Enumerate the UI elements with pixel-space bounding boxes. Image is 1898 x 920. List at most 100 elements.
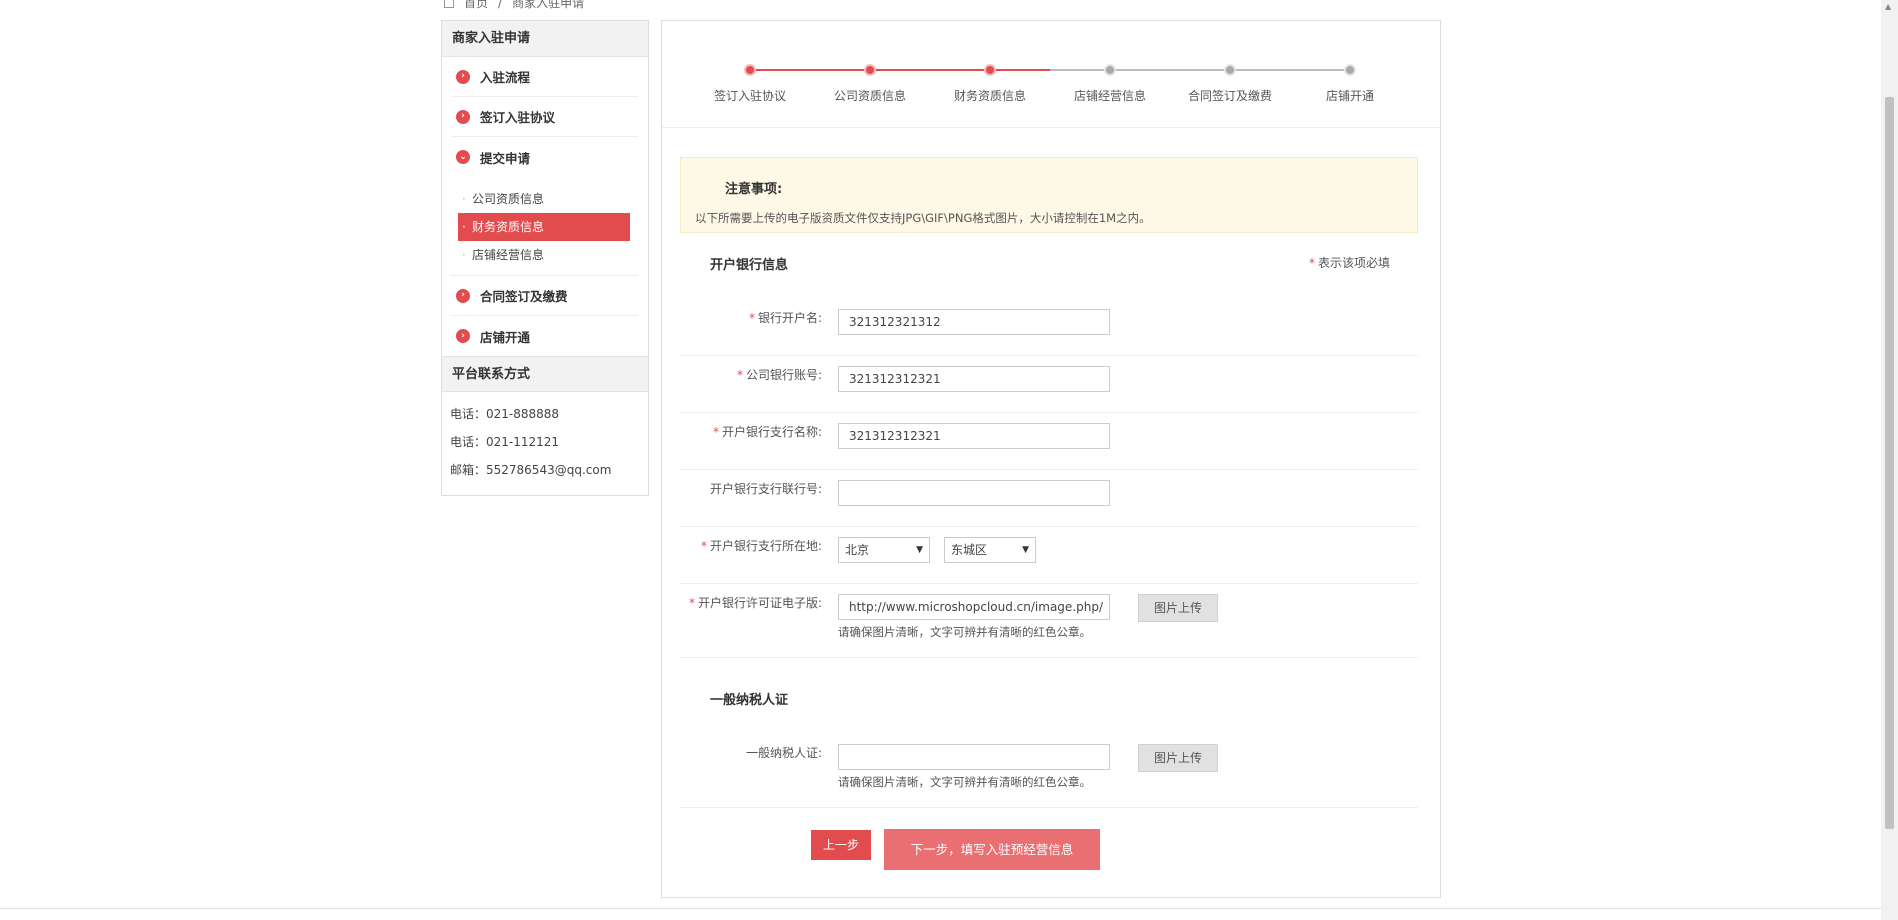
required-note-text: 表示该项必填 (1317, 256, 1390, 270)
sidebar-step-submit[interactable]: ⌄ 提交申请 (452, 137, 638, 177)
tax-label: 一般纳税人证: (745, 746, 822, 760)
chevron-down-icon: ⌄ (456, 150, 470, 164)
notice-title: 注意事项: (725, 182, 783, 197)
sidebar-title: 商家入驻申请 (442, 21, 648, 57)
license-upload-button[interactable]: 图片上传 (1138, 594, 1218, 622)
sidebar-step-process[interactable]: › 入驻流程 (452, 57, 638, 97)
form-row-branch-location: * 开户银行支行所在地: 北京 ▼ 东城区 ▼ (680, 527, 1418, 584)
tax-upload-button[interactable]: 图片上传 (1138, 744, 1218, 772)
sidebar-step-contract[interactable]: › 合同签订及缴费 (452, 276, 638, 316)
breadcrumb-current: 商家入驻申请 (512, 0, 585, 10)
contact-email: 邮箱：552786543@qq.com (450, 463, 612, 477)
district-select[interactable]: 东城区 ▼ (944, 537, 1036, 563)
branch-location-label-text: 开户银行支行所在地: (709, 539, 822, 553)
select-arrow-icon: ▼ (916, 545, 923, 555)
form-row-account-name: * 银行开户名: (680, 299, 1418, 356)
required-mark: * (688, 596, 695, 610)
progress-step-label: 合同签订及缴费 (1187, 89, 1272, 103)
progress-line (1230, 69, 1350, 71)
progress-step-dot (1224, 64, 1236, 76)
sidebar: 商家入驻申请 › 入驻流程 › 签订入驻协议 ⌄ 提交申请 公司资质信息 财务资… (441, 20, 649, 496)
form-row-branch-name: * 开户银行支行名称: (680, 413, 1418, 470)
home-icon (444, 0, 454, 8)
chevron-right-icon: › (456, 288, 470, 303)
account-number-label-text: 公司银行账号: (745, 368, 822, 382)
progress-line (750, 69, 870, 71)
chevron-right-icon: › (456, 109, 470, 124)
progress-line (990, 69, 1110, 71)
required-mark: * (736, 368, 743, 382)
contact-title: 平台联系方式 (442, 356, 648, 392)
next-button[interactable]: 下一步，填写入驻预经营信息 (884, 829, 1100, 870)
breadcrumb: 首页 / 商家入驻申请 (444, 0, 584, 11)
breadcrumb-home[interactable]: 首页 (464, 0, 488, 11)
progress-step-label: 财务资质信息 (953, 89, 1026, 103)
district-select-value: 东城区 (951, 543, 988, 557)
form-row-branch-code: 开户银行支行联行号: (680, 470, 1418, 527)
province-select[interactable]: 北京 ▼ (838, 537, 930, 563)
progress-step-label: 签订入驻协议 (713, 89, 786, 103)
sidebar-step-label: 店铺开通 (480, 329, 531, 345)
progress-step-dot (1104, 64, 1116, 76)
branch-name-label: * 开户银行支行名称: (713, 423, 822, 440)
required-mark: * (1308, 256, 1315, 270)
license-url-input[interactable] (838, 594, 1110, 620)
progress-step-dot (1344, 64, 1356, 76)
required-mark: * (700, 539, 707, 553)
progress-step-dot (744, 64, 756, 76)
progress-step-dot (864, 64, 876, 76)
tax-url-input[interactable] (838, 744, 1110, 770)
branch-code-input[interactable] (838, 480, 1110, 506)
scroll-up-arrow-icon[interactable]: ▲ (1885, 2, 1891, 11)
required-mark: * (712, 425, 719, 439)
branch-name-input[interactable] (838, 423, 1110, 449)
tax-section-title: 一般纳税人证 (710, 693, 789, 708)
branch-code-label: 开户银行支行联行号: (709, 482, 822, 496)
sidebar-item-store-info[interactable]: 店铺经营信息 (458, 241, 630, 269)
scrollbar-thumb[interactable] (1885, 97, 1894, 829)
sidebar-item-finance-info[interactable]: 财务资质信息 (458, 213, 630, 241)
sidebar-step-agreement[interactable]: › 签订入驻协议 (452, 97, 638, 137)
account-name-label: * 银行开户名: (749, 309, 822, 326)
page-bottom-divider (0, 908, 1881, 909)
account-number-input[interactable] (838, 366, 1110, 392)
sidebar-item-company-info[interactable]: 公司资质信息 (458, 185, 630, 213)
sidebar-step-label: 合同签订及缴费 (480, 289, 568, 304)
progress-step-label: 店铺开通 (1325, 89, 1374, 103)
sidebar-step-label: 提交申请 (480, 150, 531, 166)
form-row-tax: 一般纳税人证: 图片上传 请确保图片清晰，文字可辨并有清晰的红色公章。 (680, 734, 1418, 808)
license-hint: 请确保图片清晰，文字可辨并有清晰的红色公章。 (838, 625, 1091, 639)
progress-step-dot (984, 64, 996, 76)
sidebar-step-label: 入驻流程 (480, 70, 531, 85)
account-name-label-text: 银行开户名: (757, 311, 822, 325)
bank-section-title: 开户银行信息 (710, 258, 789, 273)
progress-step-label: 公司资质信息 (833, 89, 906, 103)
prev-button[interactable]: 上一步 (811, 830, 871, 860)
branch-name-label-text: 开户银行支行名称: (721, 425, 822, 439)
contact-list: 电话：021-888888 电话：021-112121 邮箱：552786543… (442, 392, 648, 492)
sidebar-submenu: 公司资质信息 财务资质信息 店铺经营信息 (450, 177, 638, 276)
notice-box: 注意事项: 以下所需要上传的电子版资质文件仅支持JPG\GIF\PNG格式图片，… (680, 157, 1418, 233)
notice-text: 以下所需要上传的电子版资质文件仅支持JPG\GIF\PNG格式图片，大小请控制在… (695, 211, 1151, 225)
required-mark: * (748, 311, 755, 325)
scrollbar[interactable]: ▲ (1881, 0, 1898, 920)
required-note: * 表示该项必填 (1309, 254, 1390, 271)
select-arrow-icon: ▼ (1022, 545, 1029, 555)
sidebar-step-store-open[interactable]: › 店铺开通 (452, 316, 638, 356)
license-label-text: 开户银行许可证电子版: (697, 596, 822, 610)
tax-hint: 请确保图片清晰，文字可辨并有清晰的红色公章。 (838, 775, 1091, 789)
account-number-label: * 公司银行账号: (737, 366, 822, 383)
breadcrumb-separator: / (498, 0, 503, 10)
progress-bar: 签订入驻协议 公司资质信息 财务资质信息 店铺经营信息 合同签订及缴费 店铺开通 (662, 21, 1440, 128)
contact-phone-1: 电话：021-888888 (450, 407, 560, 421)
account-name-input[interactable] (838, 309, 1110, 335)
province-select-value: 北京 (845, 543, 870, 557)
progress-line (1110, 69, 1230, 71)
branch-location-label: * 开户银行支行所在地: (701, 537, 822, 554)
form-row-license: *开户银行许可证电子版: 图片上传 请确保图片清晰，文字可辨并有清晰的红色公章。 (680, 584, 1418, 658)
chevron-right-icon: › (456, 329, 470, 343)
progress-step-label: 店铺经营信息 (1073, 89, 1146, 103)
license-label: * 开户银行许可证电子版: (689, 594, 822, 611)
chevron-right-icon: › (456, 69, 470, 84)
main-panel: 签订入驻协议 公司资质信息 财务资质信息 店铺经营信息 合同签订及缴费 店铺开通 注意事项… (661, 20, 1441, 898)
